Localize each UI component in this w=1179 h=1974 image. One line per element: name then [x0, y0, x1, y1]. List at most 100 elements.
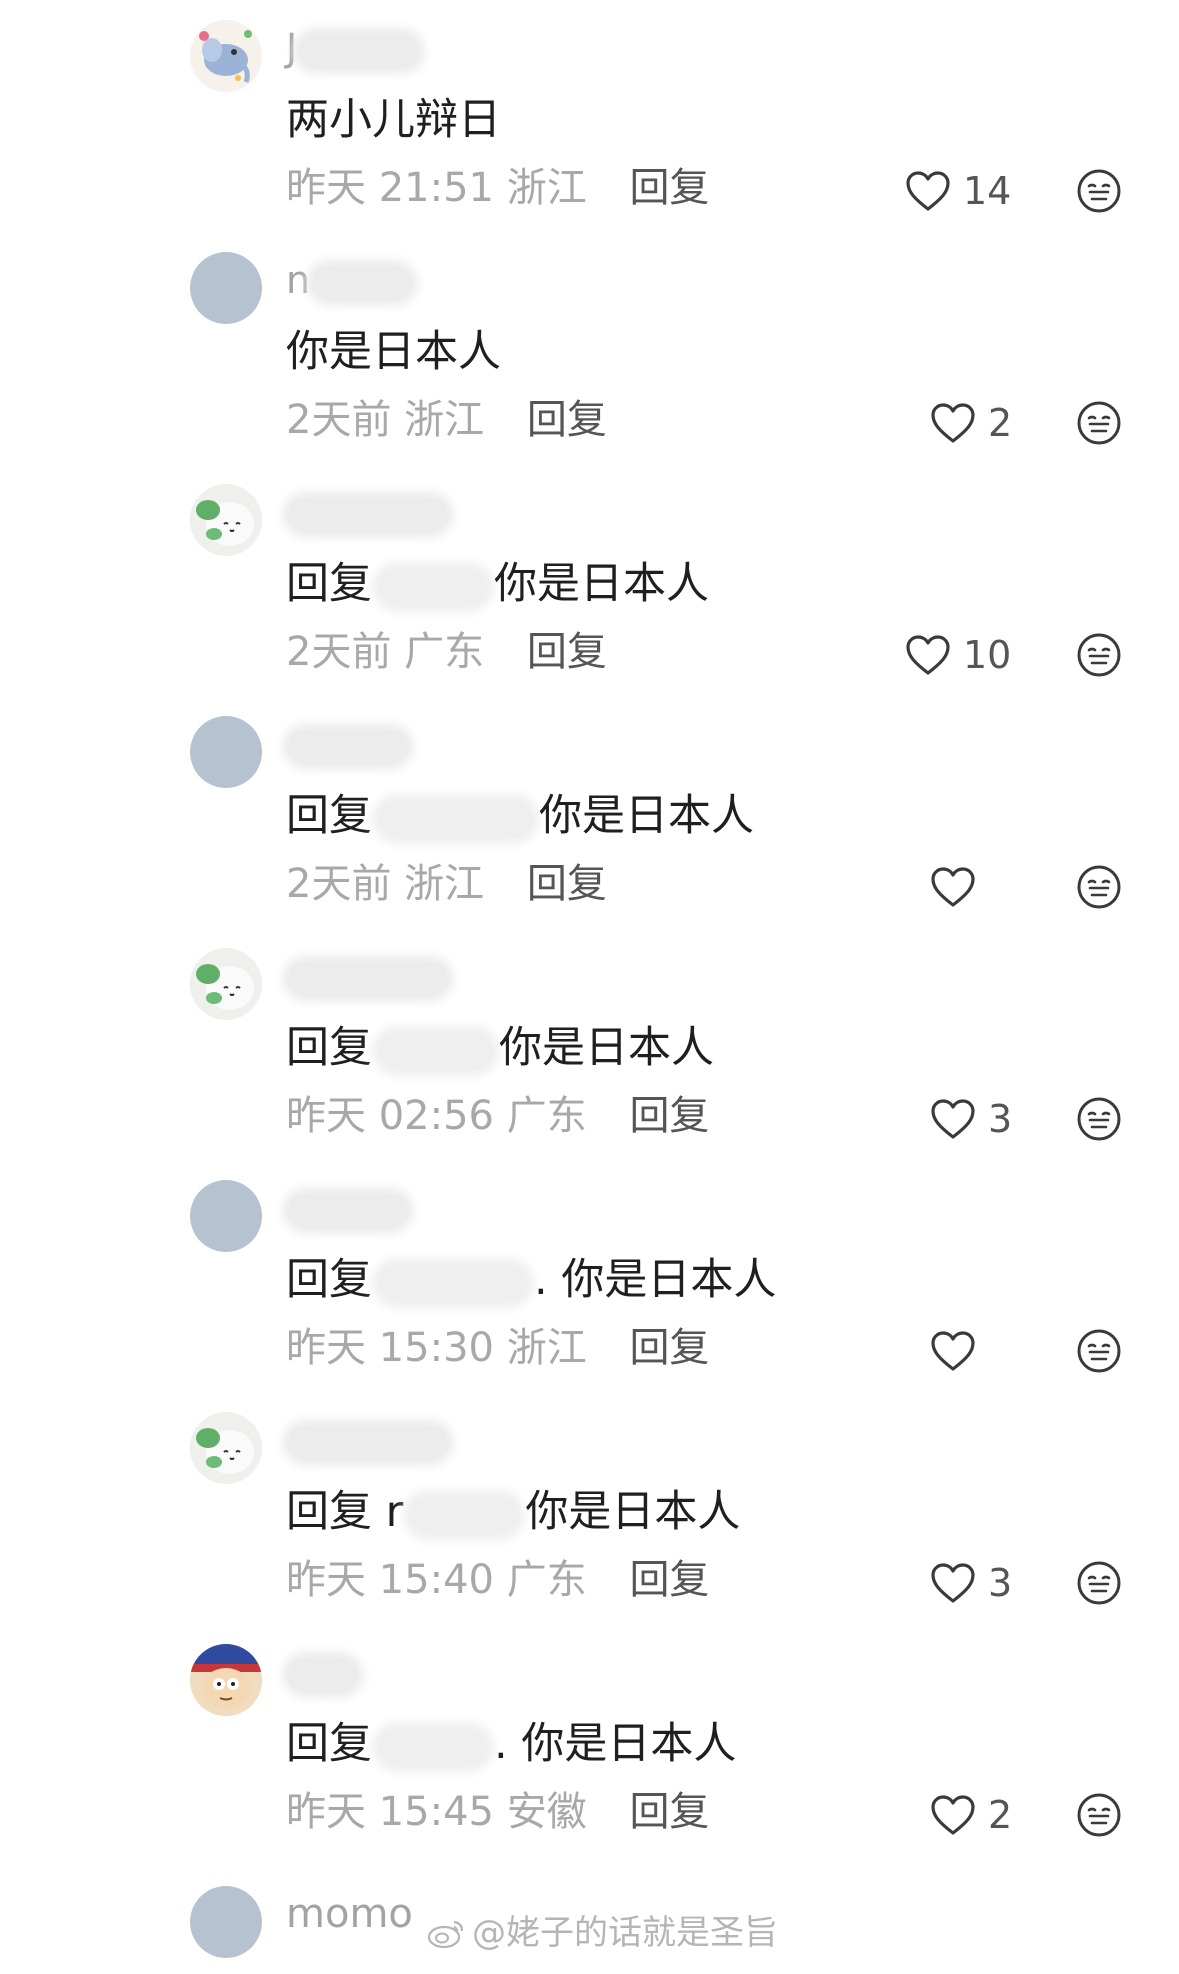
user-avatar[interactable]: [190, 1412, 262, 1484]
heart-icon: [931, 403, 975, 443]
user-avatar[interactable]: [190, 252, 262, 324]
like-button[interactable]: 3: [930, 1094, 1050, 1144]
comment-body: 你是日本人: [494, 559, 709, 609]
blurred-mention: [378, 1031, 493, 1070]
comment-body: 你是日本人: [499, 1023, 714, 1073]
comment-username[interactable]: n: [286, 256, 413, 304]
dislike-button[interactable]: [1076, 168, 1122, 214]
comment-location: 广东: [506, 1093, 587, 1139]
comment-location: 安徽: [506, 1789, 587, 1835]
user-avatar[interactable]: [190, 1180, 262, 1252]
comment-username[interactable]: [286, 952, 448, 1000]
user-avatar[interactable]: [190, 1886, 262, 1958]
meh-face-icon: [1077, 401, 1121, 445]
like-button[interactable]: 10: [905, 630, 1025, 680]
comment-meta: 2天前 广东 回复: [286, 626, 607, 678]
plush-avatar-icon: [190, 484, 262, 556]
dislike-button[interactable]: [1076, 632, 1122, 678]
comment-item: 回复 你是日本人 2天前 浙江 回复: [0, 696, 1179, 928]
reply-button[interactable]: 回复: [527, 629, 607, 675]
reply-prefix: 回复: [286, 791, 372, 841]
user-avatar[interactable]: [190, 484, 262, 556]
username-text: n: [286, 258, 311, 302]
blurred-username: [299, 33, 420, 68]
comment-username[interactable]: [286, 1416, 448, 1464]
blurred-mention: [378, 1727, 488, 1766]
like-button[interactable]: 2: [930, 398, 1050, 448]
like-count: 10: [963, 633, 1012, 677]
reply-button[interactable]: 回复: [629, 1789, 709, 1835]
like-count: 3: [988, 1097, 1013, 1141]
comment-item: 回复 . 你是日本人 昨天 15:30 浙江 回复: [0, 1160, 1179, 1392]
heart-icon: [906, 635, 950, 675]
reply-button[interactable]: 回复: [629, 165, 709, 211]
comment-location: 广东: [404, 629, 485, 675]
comment-time: 昨天 15:45: [286, 1789, 494, 1835]
comment-text: 回复 你是日本人: [286, 1020, 714, 1076]
user-avatar[interactable]: [190, 948, 262, 1020]
comment-time: 昨天 21:51: [286, 165, 494, 211]
reply-prefix: 回复: [286, 559, 372, 609]
blurred-mention: [409, 1495, 520, 1534]
meh-face-icon: [1077, 1329, 1121, 1373]
comment-item: n 你是日本人 2天前 浙江 回复 2: [0, 232, 1179, 464]
comment-meta: 昨天 15:40 广东 回复: [286, 1554, 709, 1606]
reply-button[interactable]: 回复: [527, 397, 607, 443]
comment-text: 回复 你是日本人: [286, 788, 754, 844]
reply-prefix: 回复: [286, 1023, 372, 1073]
like-button[interactable]: 3: [930, 1558, 1050, 1608]
heart-icon: [931, 1795, 975, 1835]
comment-username[interactable]: momo: [286, 1890, 413, 1938]
meh-face-icon: [1077, 633, 1121, 677]
dislike-button[interactable]: [1076, 864, 1122, 910]
like-button[interactable]: [930, 862, 1050, 912]
blurred-username: [288, 1657, 358, 1692]
dislike-button[interactable]: [1076, 1792, 1122, 1838]
heart-icon: [931, 1563, 975, 1603]
reply-button[interactable]: 回复: [527, 861, 607, 907]
comment-username[interactable]: [286, 488, 448, 536]
comment-item: 回复 r 你是日本人 昨天 15:40 广东 回复 3: [0, 1392, 1179, 1624]
weibo-logo-icon: [427, 1920, 464, 1949]
comment-body: 两小儿辩日: [286, 95, 501, 145]
comment-meta: 昨天 15:30 浙江 回复: [286, 1322, 709, 1374]
comment-time: 昨天 15:30: [286, 1325, 494, 1371]
heart-icon: [931, 1331, 975, 1371]
comment-location: 浙江: [506, 1325, 587, 1371]
meh-face-icon: [1077, 865, 1121, 909]
comment-text: 两小儿辩日: [286, 92, 501, 148]
comment-location: 浙江: [404, 397, 485, 443]
user-avatar[interactable]: [190, 716, 262, 788]
comment-meta: 昨天 02:56 广东 回复: [286, 1090, 709, 1142]
comment-username[interactable]: [286, 720, 408, 768]
comment-location: 浙江: [404, 861, 485, 907]
meh-face-icon: [1077, 1793, 1121, 1837]
comment-body: 你是日本人: [286, 327, 501, 377]
comment-item: J 两小儿辩日 昨天 21:51 浙江 回复 14: [0, 0, 1179, 232]
comment-time: 2天前: [286, 397, 392, 443]
comment-text: 回复 . 你是日本人: [286, 1252, 776, 1308]
watermark-text: @姥子的话就是圣旨: [472, 1913, 778, 1953]
comment-username[interactable]: J: [286, 24, 420, 72]
comment-item: 回复 . 你是日本人 昨天 15:45 安徽 回复 2: [0, 1624, 1179, 1856]
dislike-button[interactable]: [1076, 1560, 1122, 1606]
comment-body: 你是日本人: [539, 791, 754, 841]
like-button[interactable]: 2: [930, 1790, 1050, 1840]
dislike-button[interactable]: [1076, 1328, 1122, 1374]
heart-icon: [906, 171, 950, 211]
comment-item: 回复 你是日本人 昨天 02:56 广东 回复 3: [0, 928, 1179, 1160]
like-button[interactable]: 14: [905, 166, 1025, 216]
comment-username[interactable]: [286, 1184, 408, 1232]
cartoon-avatar-icon: [190, 1644, 262, 1716]
like-button[interactable]: [930, 1326, 1050, 1376]
comment-meta: 昨天 21:51 浙江 回复: [286, 162, 709, 214]
reply-button[interactable]: 回复: [629, 1557, 709, 1603]
reply-button[interactable]: 回复: [629, 1325, 709, 1371]
reply-button[interactable]: 回复: [629, 1093, 709, 1139]
blurred-username: [288, 729, 408, 764]
dislike-button[interactable]: [1076, 400, 1122, 446]
user-avatar[interactable]: [190, 20, 262, 92]
user-avatar[interactable]: [190, 1644, 262, 1716]
comment-username[interactable]: [286, 1648, 358, 1696]
dislike-button[interactable]: [1076, 1096, 1122, 1142]
